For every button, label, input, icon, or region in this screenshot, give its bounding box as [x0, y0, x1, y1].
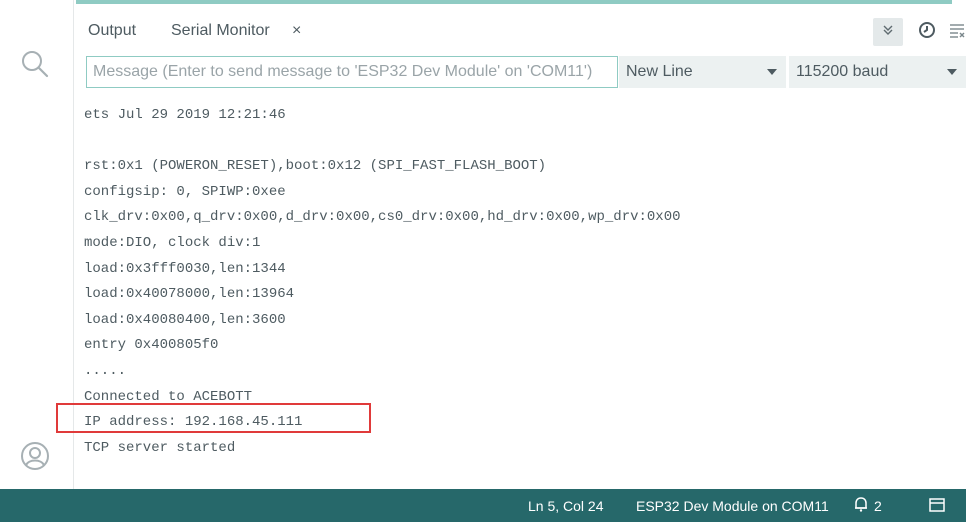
panel-header: Output Serial Monitor ×	[74, 14, 966, 50]
line-ending-select[interactable]: New Line	[619, 56, 786, 88]
editor-scroll-edge	[76, 0, 952, 4]
notifications-button[interactable]: 2	[852, 495, 882, 516]
bell-icon	[852, 495, 870, 516]
clear-output-icon	[948, 21, 966, 44]
serial-toolbar: New Line 115200 baud	[74, 50, 966, 96]
ip-address-line: IP address: 192.168.45.111	[84, 414, 303, 431]
console-line: Connected to ACEBOTT	[84, 388, 253, 405]
toggle-autoscroll-button[interactable]	[873, 18, 903, 46]
line-ending-value: New Line	[626, 63, 693, 80]
caret-down-icon	[947, 69, 957, 75]
clock-icon	[918, 21, 936, 44]
panel-icon	[928, 498, 946, 517]
account-icon[interactable]	[19, 440, 51, 472]
board-port-status[interactable]: ESP32 Dev Module on COM11	[636, 498, 829, 514]
console-line: load:0x40078000,len:13964	[84, 286, 295, 303]
caret-down-icon	[767, 69, 777, 75]
console-line: load:0x3fff0030,len:1344	[84, 260, 286, 277]
double-chevron-down-icon	[881, 23, 895, 42]
notification-count: 2	[874, 497, 882, 514]
toggle-panel-button[interactable]	[928, 496, 946, 517]
console-line: configsip: 0, SPIWP:0xee	[84, 183, 286, 200]
console-line: ets Jul 29 2019 12:21:46	[84, 107, 286, 123]
message-input[interactable]	[86, 56, 618, 88]
console-line: rst:0x1 (POWERON_RESET),boot:0x12 (SPI_F…	[84, 158, 547, 175]
serial-output[interactable]: ets Jul 29 2019 12:21:46 rst:0x1 (POWERO…	[84, 103, 956, 473]
baud-rate-select[interactable]: 115200 baud	[789, 56, 966, 88]
console-line: TCP server started	[84, 439, 236, 456]
search-icon[interactable]	[19, 48, 51, 80]
tab-output[interactable]: Output	[88, 22, 136, 40]
status-bar: Ln 5, Col 24 ESP32 Dev Module on COM11 2	[0, 489, 966, 522]
console-line: .....	[84, 362, 127, 379]
cursor-position[interactable]: Ln 5, Col 24	[528, 498, 604, 514]
console-line: clk_drv:0x00,q_drv:0x00,d_drv:0x00,cs0_d…	[84, 209, 681, 226]
console-line: mode:DIO, clock div:1	[84, 234, 261, 251]
left-sidebar	[0, 0, 74, 489]
console-line: load:0x40080400,len:3600	[84, 311, 286, 328]
toggle-timestamp-button[interactable]	[916, 21, 938, 43]
tab-serial-monitor[interactable]: Serial Monitor	[171, 22, 270, 40]
baud-rate-value: 115200 baud	[796, 63, 889, 80]
clear-output-button[interactable]	[946, 21, 966, 43]
console-line: entry 0x400805f0	[84, 337, 219, 354]
close-icon[interactable]: ×	[292, 22, 301, 40]
